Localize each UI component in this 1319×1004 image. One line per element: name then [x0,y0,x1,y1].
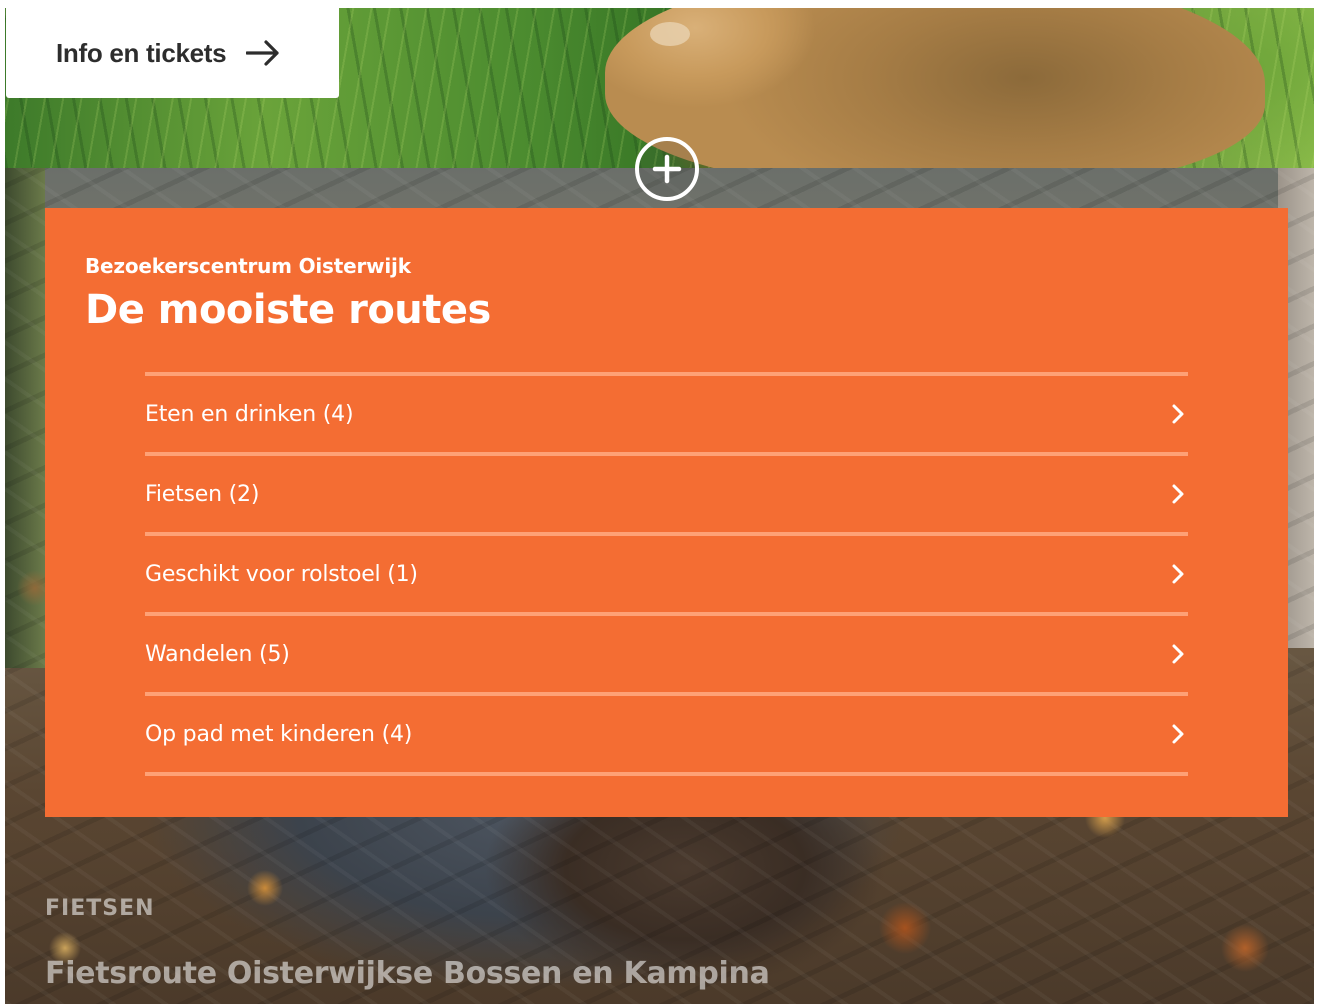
panel-title: De mooiste routes [85,287,491,333]
caption-kicker: Fietsen [45,896,155,921]
caption-title[interactable]: Fietsroute Oisterwijkse Bossen en Kampin… [45,956,770,991]
route-label: Op pad met kinderen (4) [145,721,413,747]
expand-button[interactable] [635,137,699,201]
route-item-fietsen[interactable]: Fietsen (2) [145,456,1188,532]
route-label: Geschikt voor rolstoel (1) [145,561,418,587]
divider [145,772,1188,776]
hare-snout [650,22,690,46]
route-label: Eten en drinken (4) [145,401,354,427]
route-label: Wandelen (5) [145,641,290,667]
chevron-right-icon [1172,644,1184,664]
panel-subtitle: Bezoekerscentrum Oisterwijk [85,254,411,278]
route-label: Fietsen (2) [145,481,260,507]
route-item-wandelen[interactable]: Wandelen (5) [145,616,1188,692]
route-item-kinderen[interactable]: Op pad met kinderen (4) [145,696,1188,772]
chevron-right-icon [1172,404,1184,424]
chevron-right-icon [1172,564,1184,584]
info-tickets-label: Info en tickets [56,37,227,68]
route-item-rolstoel[interactable]: Geschikt voor rolstoel (1) [145,536,1188,612]
hare-shape [605,8,1265,168]
plus-circle-icon [652,154,682,184]
arrow-right-icon [246,40,279,66]
chevron-right-icon [1172,484,1184,504]
routes-panel: Bezoekerscentrum Oisterwijk De mooiste r… [45,208,1288,817]
chevron-right-icon [1172,724,1184,744]
route-item-eten-en-drinken[interactable]: Eten en drinken (4) [145,376,1188,452]
info-tickets-button[interactable]: Info en tickets [6,8,339,98]
routes-list: Eten en drinken (4) Fietsen (2) Geschikt… [145,372,1188,776]
